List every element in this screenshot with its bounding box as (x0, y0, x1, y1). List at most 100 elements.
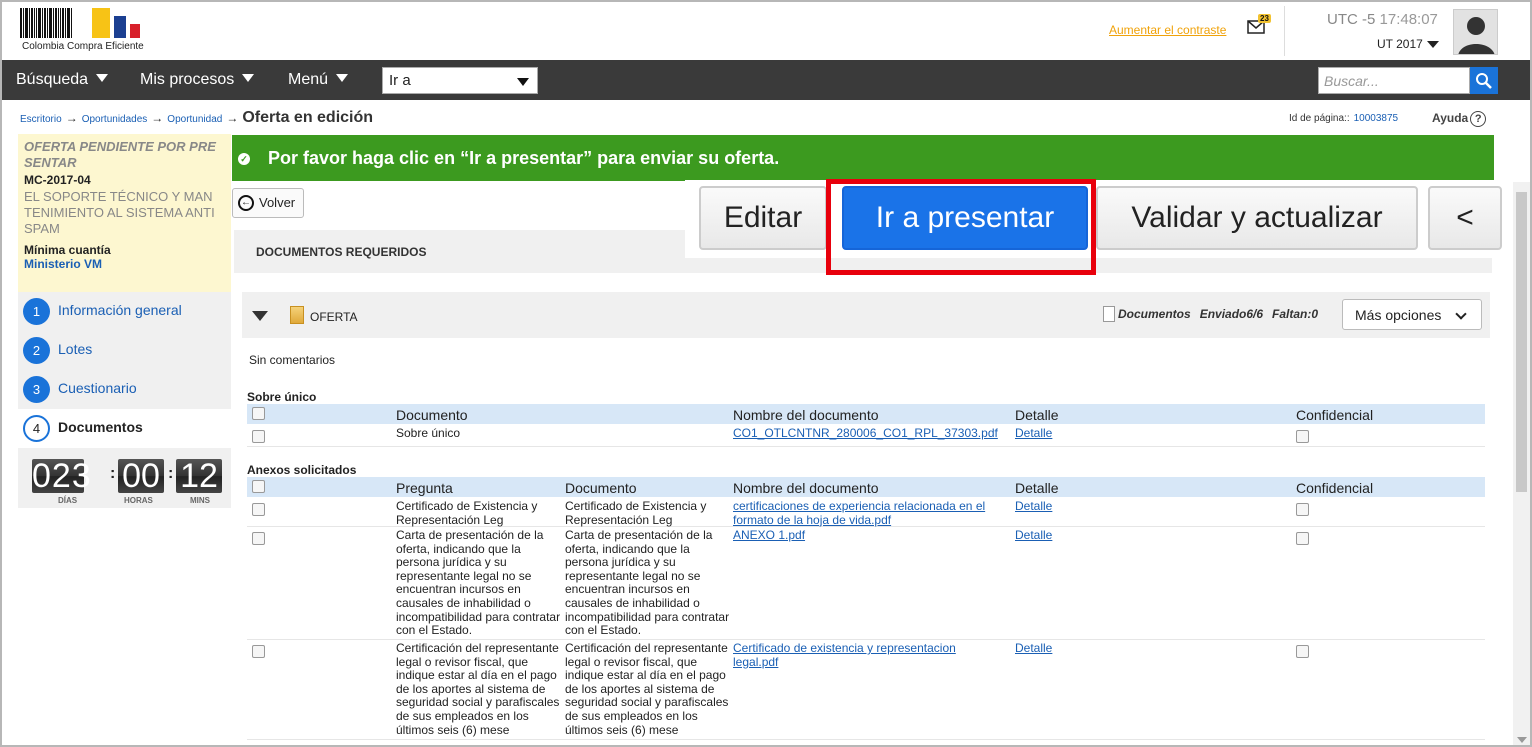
steps-nav: 1 Información general 2 Lotes 3 Cuestion… (18, 292, 231, 448)
confidential-checkbox[interactable] (1296, 645, 1309, 658)
nav-label: Búsqueda (16, 71, 89, 88)
step-informacion-general[interactable]: 1 Información general (18, 292, 231, 331)
countdown-hours: 00 (118, 459, 165, 493)
offer-status: OFERTA PENDIENTE POR PRE SENTAR (24, 139, 216, 170)
countdown-mins: 12 (176, 459, 223, 493)
collapse-button[interactable]: < (1428, 186, 1502, 250)
detail-link[interactable]: Detalle (1015, 528, 1052, 543)
column-header: Documento (396, 407, 468, 423)
document-cell: Certificado de Existencia y Representaci… (565, 499, 707, 527)
table-row: Sobre único CO1_OTLCNTNR_280006_CO1_RPL_… (247, 425, 1485, 447)
clock: UTC -5 17:48:07 (1327, 11, 1438, 28)
sent-count: Enviado6/6 (1199, 307, 1264, 321)
collapse-triangle-icon[interactable] (252, 311, 268, 321)
row-checkbox[interactable] (252, 503, 265, 516)
goto-value: Ir a (389, 72, 411, 89)
more-options-label: Más opciones (1355, 307, 1442, 323)
confidential-checkbox[interactable] (1296, 430, 1309, 443)
column-header: Nombre del documento (733, 407, 879, 423)
detail-link[interactable]: Detalle (1015, 641, 1052, 656)
timezone-label: UTC -5 (1327, 11, 1376, 28)
countdown-days: 023 (32, 457, 92, 495)
colombia-compra-logo[interactable]: Colombia Compra Eficiente (20, 8, 150, 54)
process-reference: MC-2017-04 (24, 173, 91, 187)
folder-meta: Documentos Enviado6/6 Faltan:0 (1118, 307, 1327, 321)
info-banner: ✓ Por favor haga clic en “Ir a presentar… (232, 135, 1494, 181)
confidential-checkbox[interactable] (1296, 532, 1309, 545)
nav-busqueda[interactable]: Búsqueda (16, 71, 109, 89)
scrollbar-thumb[interactable] (1516, 192, 1527, 492)
question-cell: Certificación del representante legal o … (396, 641, 560, 737)
countdown-separator: : (168, 465, 174, 482)
step-label: Lotes (58, 341, 93, 357)
table-row: Carta de presentación de la oferta, indi… (247, 527, 1485, 640)
missing-count: Faltan:0 (1272, 307, 1319, 321)
countdown-days-label: DÍAS (58, 496, 78, 505)
documents-label: Documentos (1118, 307, 1191, 321)
nav-mis-procesos[interactable]: Mis procesos (140, 71, 255, 89)
user-silhouette-icon (1458, 17, 1495, 54)
caret-down-icon (517, 78, 529, 86)
step-lotes[interactable]: 2 Lotes (18, 331, 231, 370)
column-header: Documento (565, 480, 637, 496)
breadcrumb-oportunidades[interactable]: Oportunidades (82, 114, 148, 125)
header-divider (1284, 6, 1285, 56)
required-documents-title: DOCUMENTOS REQUERIDOS (256, 245, 427, 259)
banner-message: Por favor haga clic en “Ir a presentar” … (268, 148, 780, 168)
row-checkbox[interactable] (252, 645, 265, 658)
back-label: Volver (259, 195, 296, 210)
document-file-link[interactable]: CO1_OTLCNTNR_280006_CO1_RPL_37303.pdf (733, 426, 998, 441)
row-checkbox[interactable] (252, 532, 265, 545)
sobre-unico-title: Sobre único (247, 390, 317, 404)
breadcrumb-escritorio[interactable]: Escritorio (20, 114, 62, 125)
user-menu[interactable]: UT 2017 (1377, 37, 1439, 51)
column-header: Pregunta (396, 480, 453, 496)
search-button[interactable] (1470, 67, 1498, 94)
offer-summary-panel: OFERTA PENDIENTE POR PRE SENTAR MC-2017-… (18, 134, 231, 292)
goto-select[interactable]: Ir a (382, 67, 538, 94)
step-number: 4 (23, 415, 50, 442)
select-all-checkbox[interactable] (252, 480, 265, 493)
step-label: Información general (58, 302, 182, 318)
detail-link[interactable]: Detalle (1015, 426, 1052, 441)
scroll-down-arrow-icon[interactable] (1517, 737, 1527, 743)
countdown-hours-label: HORAS (124, 496, 153, 505)
more-options-button[interactable]: Más opciones (1342, 299, 1482, 330)
anexos-table-header: Pregunta Documento Nombre del documento … (247, 477, 1485, 497)
back-button[interactable]: ← Volver (232, 188, 304, 218)
search-input[interactable]: Buscar... (1318, 67, 1470, 94)
step-label: Cuestionario (58, 380, 137, 396)
nav-menu[interactable]: Menú (288, 71, 349, 89)
caret-down-icon (242, 74, 255, 82)
step-documentos[interactable]: 4 Documentos (18, 409, 231, 448)
mail-count-badge: 23 (1258, 14, 1271, 23)
select-all-checkbox[interactable] (252, 407, 265, 420)
page-id-label: Id de página:: (1289, 113, 1350, 124)
arrow-right-icon: → (151, 111, 164, 125)
column-header: Nombre del documento (733, 480, 879, 496)
column-header: Detalle (1015, 480, 1059, 496)
step-number: 2 (23, 337, 50, 364)
detail-link[interactable]: Detalle (1015, 499, 1052, 514)
page-id-link[interactable]: 10003875 (1354, 113, 1399, 124)
document-file-link[interactable]: certificaciones de experiencia relaciona… (733, 499, 1003, 527)
edit-button[interactable]: Editar (699, 186, 827, 250)
process-type: Mínima cuantía (24, 243, 111, 257)
breadcrumb-oportunidad[interactable]: Oportunidad (167, 114, 222, 125)
document-cell: Sobre único (396, 426, 461, 440)
confidential-checkbox[interactable] (1296, 503, 1309, 516)
document-file-link[interactable]: ANEXO 1.pdf (733, 528, 1003, 543)
highlight-frame (826, 179, 1096, 275)
step-cuestionario[interactable]: 3 Cuestionario (18, 370, 231, 409)
countdown-mins-label: MINS (190, 496, 210, 505)
row-checkbox[interactable] (252, 430, 265, 443)
increase-contrast-link[interactable]: Aumentar el contraste (1109, 23, 1226, 37)
document-file-link[interactable]: Certificado de existencia y representaci… (733, 641, 973, 669)
validate-update-button[interactable]: Validar y actualizar (1096, 186, 1418, 250)
vertical-scrollbar[interactable] (1513, 182, 1530, 745)
countdown-digit: 023 (32, 457, 92, 495)
user-name: UT 2017 (1377, 37, 1423, 51)
countdown-digit: 00 (118, 459, 164, 493)
avatar[interactable] (1453, 9, 1498, 55)
help-button[interactable]: Ayuda? (1432, 111, 1487, 127)
